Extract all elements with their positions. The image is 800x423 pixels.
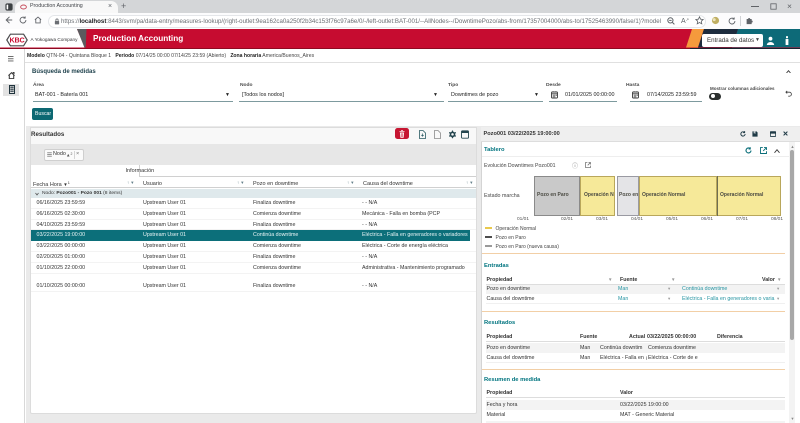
- svg-text:KBC: KBC: [10, 35, 25, 44]
